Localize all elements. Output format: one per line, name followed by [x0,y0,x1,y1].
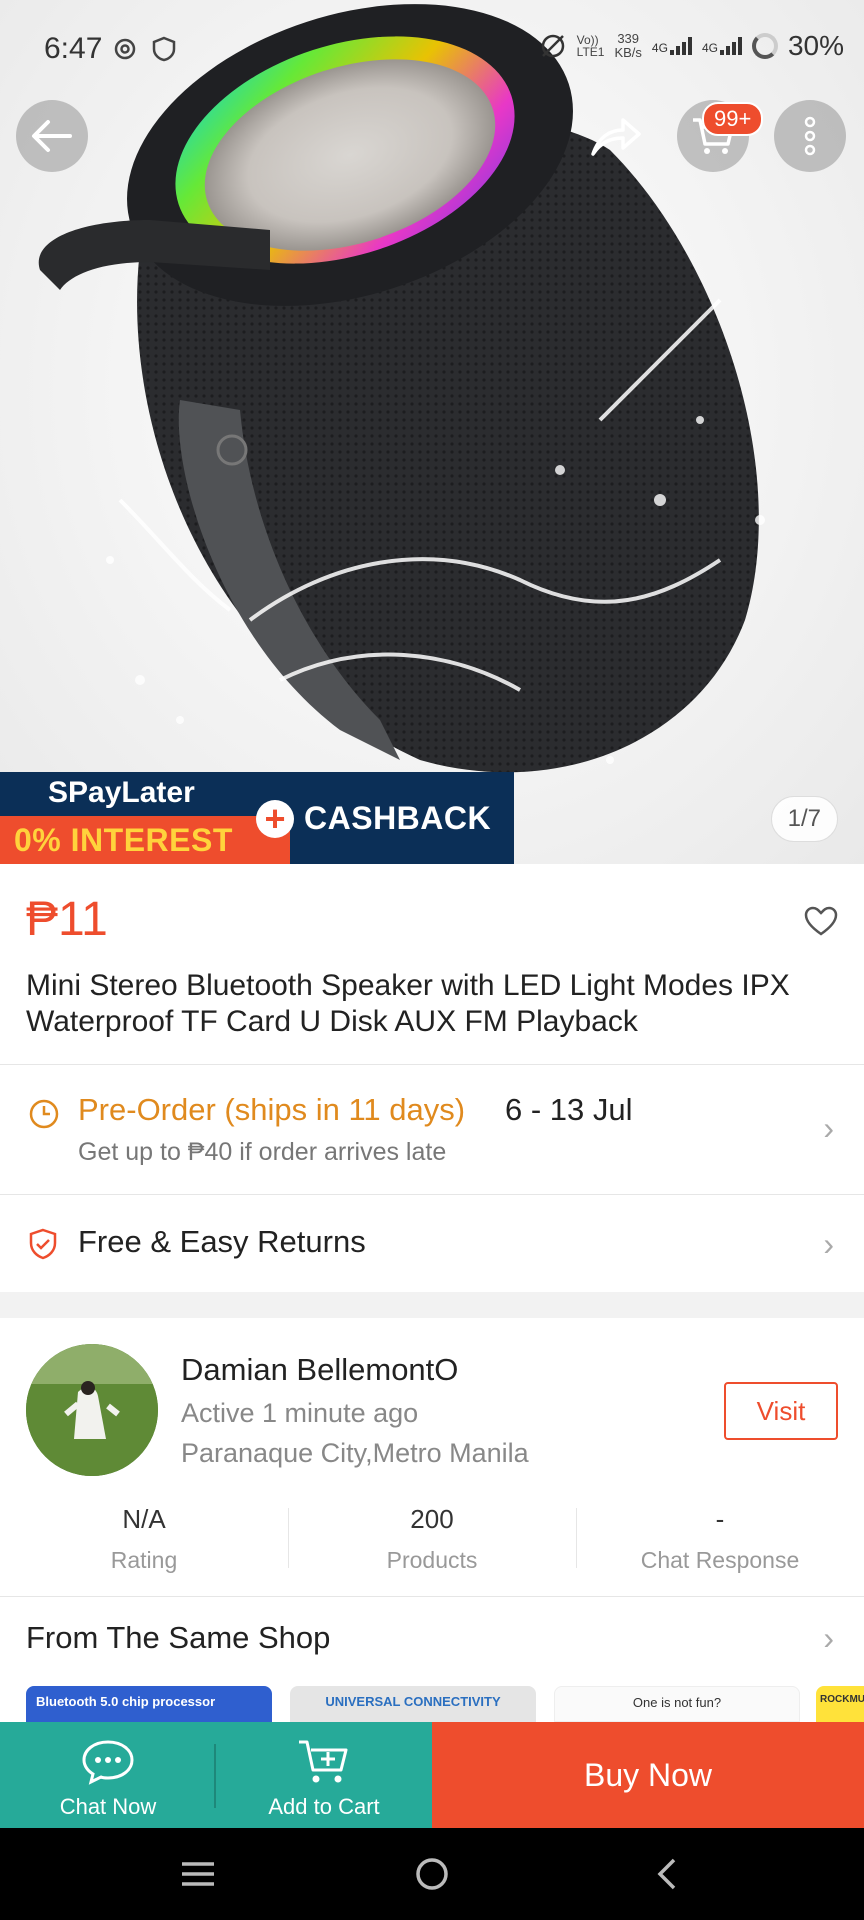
action-bar: Chat Now Add to Cart Buy Now [0,1722,864,1828]
battery-icon [751,33,778,59]
stat-value: N/A [122,1504,166,1534]
share-icon [591,118,641,156]
chat-icon [82,1740,134,1785]
recent-apps-icon[interactable] [180,1850,216,1898]
no-alarm-icon [541,34,564,58]
preorder-row[interactable]: › [0,1066,864,1194]
shop-product-thumb[interactable]: ROCKMU [816,1686,864,1722]
more-vertical-icon [804,116,816,156]
stat-chat-response: - Chat Response [576,1500,864,1580]
stat-label: Rating [110,1547,178,1573]
shop-product-thumb[interactable]: One is not fun? [554,1686,800,1722]
same-shop-title: From The Same Shop [26,1620,331,1655]
shop-product-thumb[interactable]: Bluetooth 5.0 chip processor [26,1686,272,1722]
chevron-right-icon: › [823,1110,834,1146]
volte-indicator: Vo)) LTE1 [577,34,605,58]
notification-icons [112,34,177,62]
home-icon[interactable] [412,1850,452,1898]
share-button[interactable] [580,100,652,172]
stat-rating: N/A Rating [0,1500,288,1580]
signal-2-icon: 4G [702,37,742,55]
product-title: Mini Stereo Bluetooth Speaker with LED L… [26,969,790,1038]
interest-label: 0% INTEREST [0,816,290,864]
status-time: 6:47 [44,32,103,65]
network-speed: 339 KB/s [614,32,641,60]
product-image[interactable]: 6:47 Vo)) LTE1 339 KB/s 4G 4G 30% 99+ SP… [0,0,864,864]
shop-location: Paranaque City,Metro Manila [181,1438,529,1468]
stat-label: Chat Response [640,1547,800,1573]
arrow-left-icon [32,120,72,152]
shop-stats: N/A Rating 200 Products - Chat Response [0,1500,864,1580]
back-nav-icon[interactable] [652,1850,682,1898]
chat-now-label: Chat Now [59,1794,157,1819]
cart-badge: 99+ [702,102,764,136]
signal-1-icon: 4G [652,37,692,55]
spaylater-label: SPayLater [0,772,290,816]
battery-percent: 30% [787,30,844,61]
signal-1-label: 4G [651,41,668,55]
avatar-image [26,1344,158,1476]
system-nav-bar [0,1828,864,1920]
shield-check-icon [29,1228,57,1260]
shop-avatar[interactable] [26,1344,158,1476]
shop-product-thumb[interactable]: UNIVERSAL CONNECTIVITY [290,1686,536,1722]
shop-name[interactable]: Damian BellemontO [181,1352,458,1388]
chat-now-button[interactable]: Chat Now [0,1722,216,1828]
preorder-label: Pre-Order (ships in 11 days) [78,1092,466,1127]
add-cart-icon [299,1740,348,1783]
status-bar: 6:47 Vo)) LTE1 339 KB/s 4G 4G 30% [0,0,864,100]
add-to-cart-label: Add to Cart [268,1794,380,1819]
stat-label: Products [386,1547,478,1573]
more-button[interactable] [774,100,846,172]
buy-now-button[interactable]: Buy Now [432,1722,864,1828]
volte-bottom: LTE1 [576,45,605,59]
visit-shop-button[interactable]: Visit [724,1382,838,1440]
image-counter: 1/7 [770,796,838,842]
delivery-dates: 6 - 13 Jul [505,1092,633,1127]
openai-icon [114,38,136,59]
product-price: ₱11 [26,893,108,946]
stat-products: 200 Products [288,1500,576,1580]
shield-notification-icon [152,36,175,61]
plus-icon: + [256,800,294,838]
signal-2-label: 4G [701,41,718,55]
net-speed-value: 339 [617,31,640,46]
chevron-right-icon: › [823,1226,834,1262]
add-to-cart-button[interactable]: Add to Cart [216,1722,432,1828]
net-speed-unit: KB/s [614,45,642,60]
late-delivery-note: Get up to ₱40 if order arrives late [78,1138,447,1166]
stat-value: - [715,1504,725,1534]
wishlist-button[interactable] [804,906,838,941]
cashback-label: CASHBACK [304,800,492,836]
stat-value: 200 [410,1504,454,1534]
back-button[interactable] [16,100,88,172]
clock-icon [29,1099,59,1129]
status-right: Vo)) LTE1 339 KB/s 4G 4G 30% [539,30,844,62]
heart-icon [804,906,838,936]
chevron-right-icon: › [823,1620,834,1656]
returns-label: Free & Easy Returns [78,1224,366,1259]
shop-active-status: Active 1 minute ago [181,1398,419,1428]
